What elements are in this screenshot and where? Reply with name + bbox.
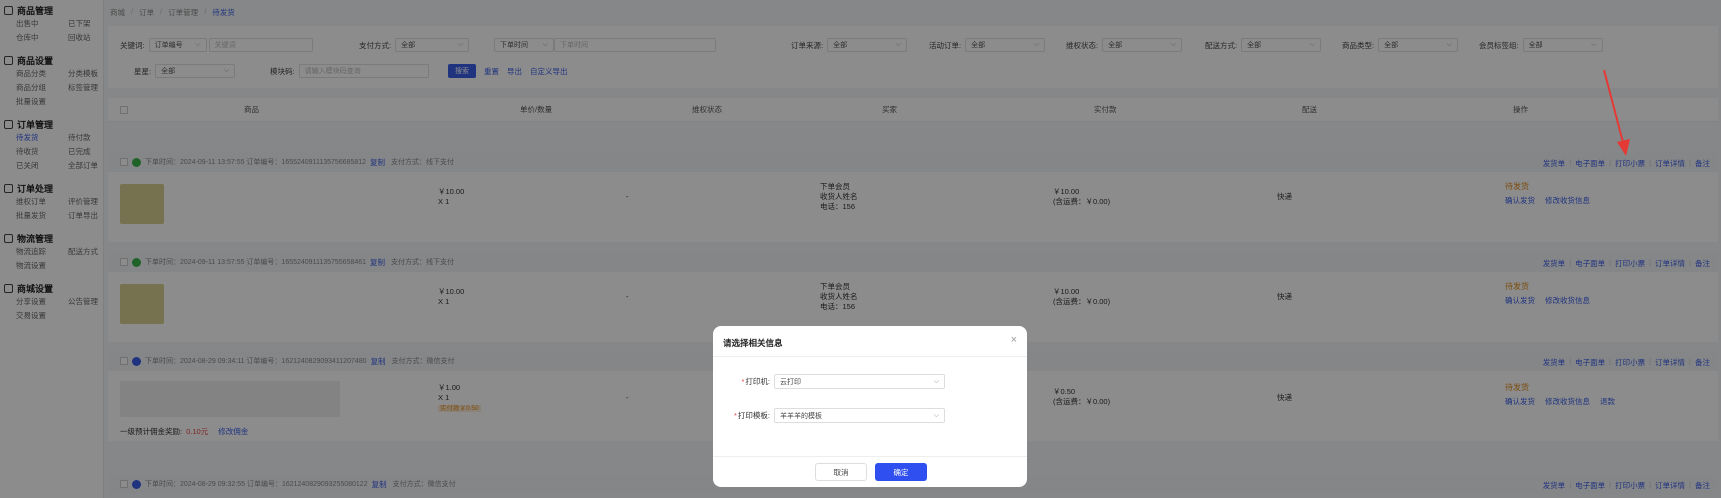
printer-label: *打印机:: [741, 377, 770, 386]
dialog-title: 请选择相关信息: [723, 338, 783, 348]
confirm-button[interactable]: 确定: [875, 463, 927, 481]
close-icon[interactable]: ×: [1011, 334, 1017, 346]
print-dialog: 请选择相关信息 × *打印机: 云打印 ⌵ *打印模板: 羊羊羊的模板 ⌵ 取消 确…: [713, 326, 1027, 487]
template-select[interactable]: 羊羊羊的模板 ⌵: [774, 408, 945, 423]
template-label: *打印模板:: [733, 411, 770, 420]
cancel-button[interactable]: 取消: [815, 463, 867, 481]
chevron-down-icon: ⌵: [933, 377, 939, 385]
printer-select[interactable]: 云打印 ⌵: [774, 374, 945, 389]
chevron-down-icon: ⌵: [933, 411, 939, 419]
